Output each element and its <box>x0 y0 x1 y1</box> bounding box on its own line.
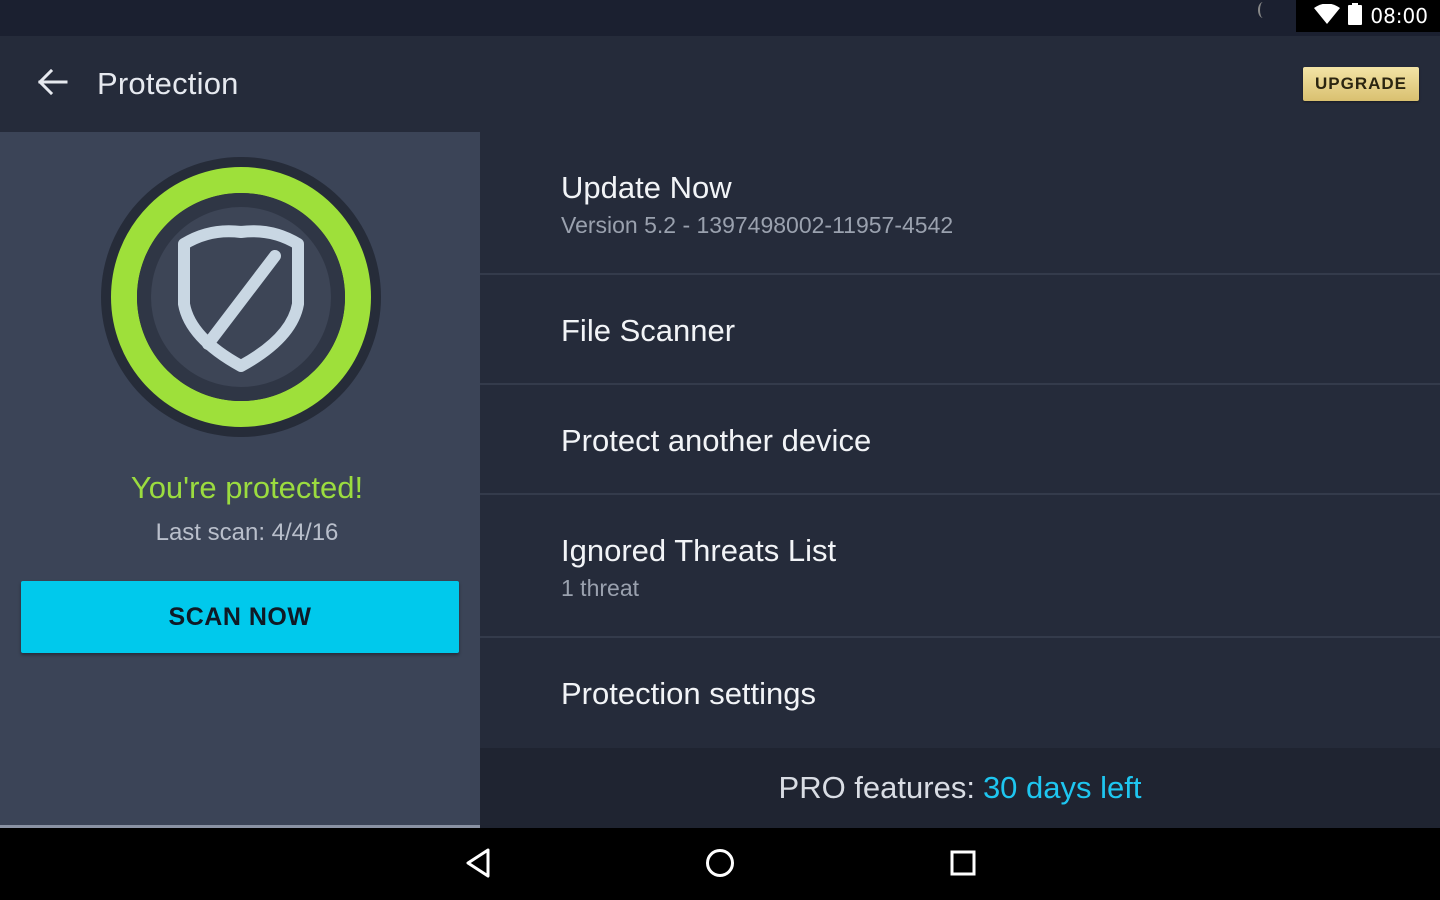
menu-item-file-scanner[interactable]: File Scanner <box>480 275 1440 385</box>
page-title: Protection <box>97 66 239 101</box>
menu-item-protect-another-device[interactable]: Protect another device <box>480 385 1440 495</box>
menu-item-protection-settings[interactable]: Protection settings <box>480 638 1440 748</box>
menu-item-update-now[interactable]: Update Now Version 5.2 - 1397498002-1195… <box>480 132 1440 275</box>
arrow-left-icon <box>37 68 68 99</box>
battery-icon <box>1348 3 1363 29</box>
menu-item-subtitle: Version 5.2 - 1397498002-11957-4542 <box>561 212 954 238</box>
back-button[interactable] <box>30 64 76 104</box>
status-icons: 08:00 <box>1296 0 1440 32</box>
protection-status-panel: You're protected! Last scan: 4/4/16 SCAN… <box>0 132 480 828</box>
app-bar: Protection UPGRADE <box>0 36 1440 132</box>
recents-square-icon <box>950 850 976 880</box>
wifi-icon <box>1314 3 1341 28</box>
home-circle-icon <box>705 848 735 882</box>
status-time: 08:00 <box>1370 4 1428 28</box>
status-mark <box>1258 2 1268 18</box>
protection-menu: Update Now Version 5.2 - 1397498002-1195… <box>480 132 1440 748</box>
nav-back-button[interactable] <box>455 842 501 888</box>
menu-item-title: File Scanner <box>561 313 736 348</box>
nav-home-button[interactable] <box>697 842 743 888</box>
menu-item-title: Ignored Threats List <box>561 533 837 568</box>
last-scan-text: Last scan: 4/4/16 <box>155 519 339 546</box>
menu-item-ignored-threats[interactable]: Ignored Threats List 1 threat <box>480 495 1440 638</box>
menu-item-title: Protection settings <box>561 676 817 711</box>
system-nav-bar <box>0 828 1440 900</box>
pro-features-label: PRO features: <box>778 770 975 805</box>
menu-item-subtitle: 1 threat <box>561 575 639 601</box>
upgrade-button[interactable]: UPGRADE <box>1303 67 1419 101</box>
protection-ring <box>100 156 382 438</box>
menu-item-title: Update Now <box>561 170 732 205</box>
protection-status-text: You're protected! <box>130 470 364 505</box>
pro-features-bar[interactable]: PRO features: 30 days left <box>480 748 1440 828</box>
menu-item-title: Protect another device <box>561 423 872 458</box>
back-triangle-icon <box>465 848 491 882</box>
pro-days-left[interactable]: 30 days left <box>983 770 1142 806</box>
nav-recents-button[interactable] <box>940 842 986 888</box>
status-bar: 08:00 <box>0 0 1440 36</box>
scan-now-button[interactable]: SCAN NOW <box>21 581 459 653</box>
